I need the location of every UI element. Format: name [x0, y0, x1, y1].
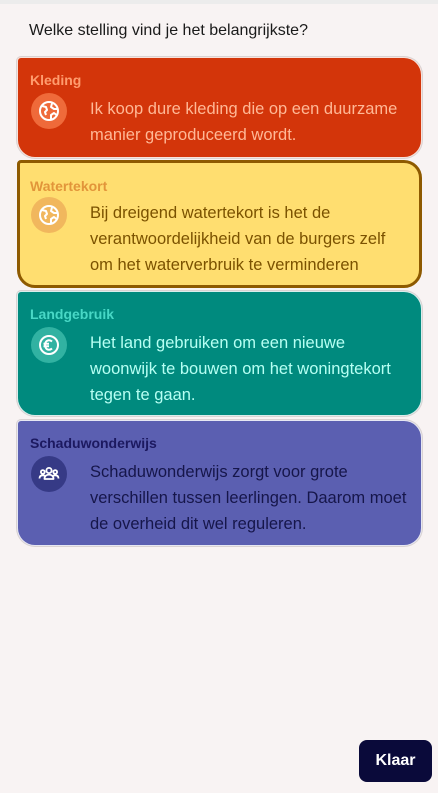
done-button[interactable]: Klaar	[359, 740, 432, 782]
question-title: Welke stelling vind je het belangrijkste…	[29, 22, 308, 39]
card-category: Landgebruik	[30, 306, 115, 322]
top-divider	[0, 0, 438, 4]
euro-icon	[31, 327, 67, 363]
globe-icon	[31, 197, 67, 233]
card-statement: Het land gebruiken om een nieuwe woonwij…	[90, 334, 391, 404]
card-category: Watertekort	[30, 178, 108, 194]
card-category: Kleding	[30, 72, 82, 88]
card-statement: Bij dreigend watertekort is het de veran…	[90, 204, 386, 274]
statement-card-kleding[interactable]: Kleding Ik koop dure kleding die op een …	[17, 57, 422, 158]
globe-icon	[31, 93, 67, 129]
statement-card-watertekort[interactable]: Watertekort Bij dreigend watertekort is …	[17, 160, 422, 288]
card-category: Schaduwonderwijs	[30, 435, 157, 451]
card-statement: Ik koop dure kleding die op een duurzame…	[90, 100, 398, 144]
people-icon	[31, 456, 67, 492]
statement-card-schaduwonderwijs[interactable]: Schaduwonderwijs Schaduwonderwijs zorgt …	[17, 420, 422, 546]
statement-card-landgebruik[interactable]: Landgebruik Het land gebruiken om een ni…	[17, 291, 422, 416]
card-statement: Schaduwonderwijs zorgt voor grote versch…	[90, 463, 407, 533]
